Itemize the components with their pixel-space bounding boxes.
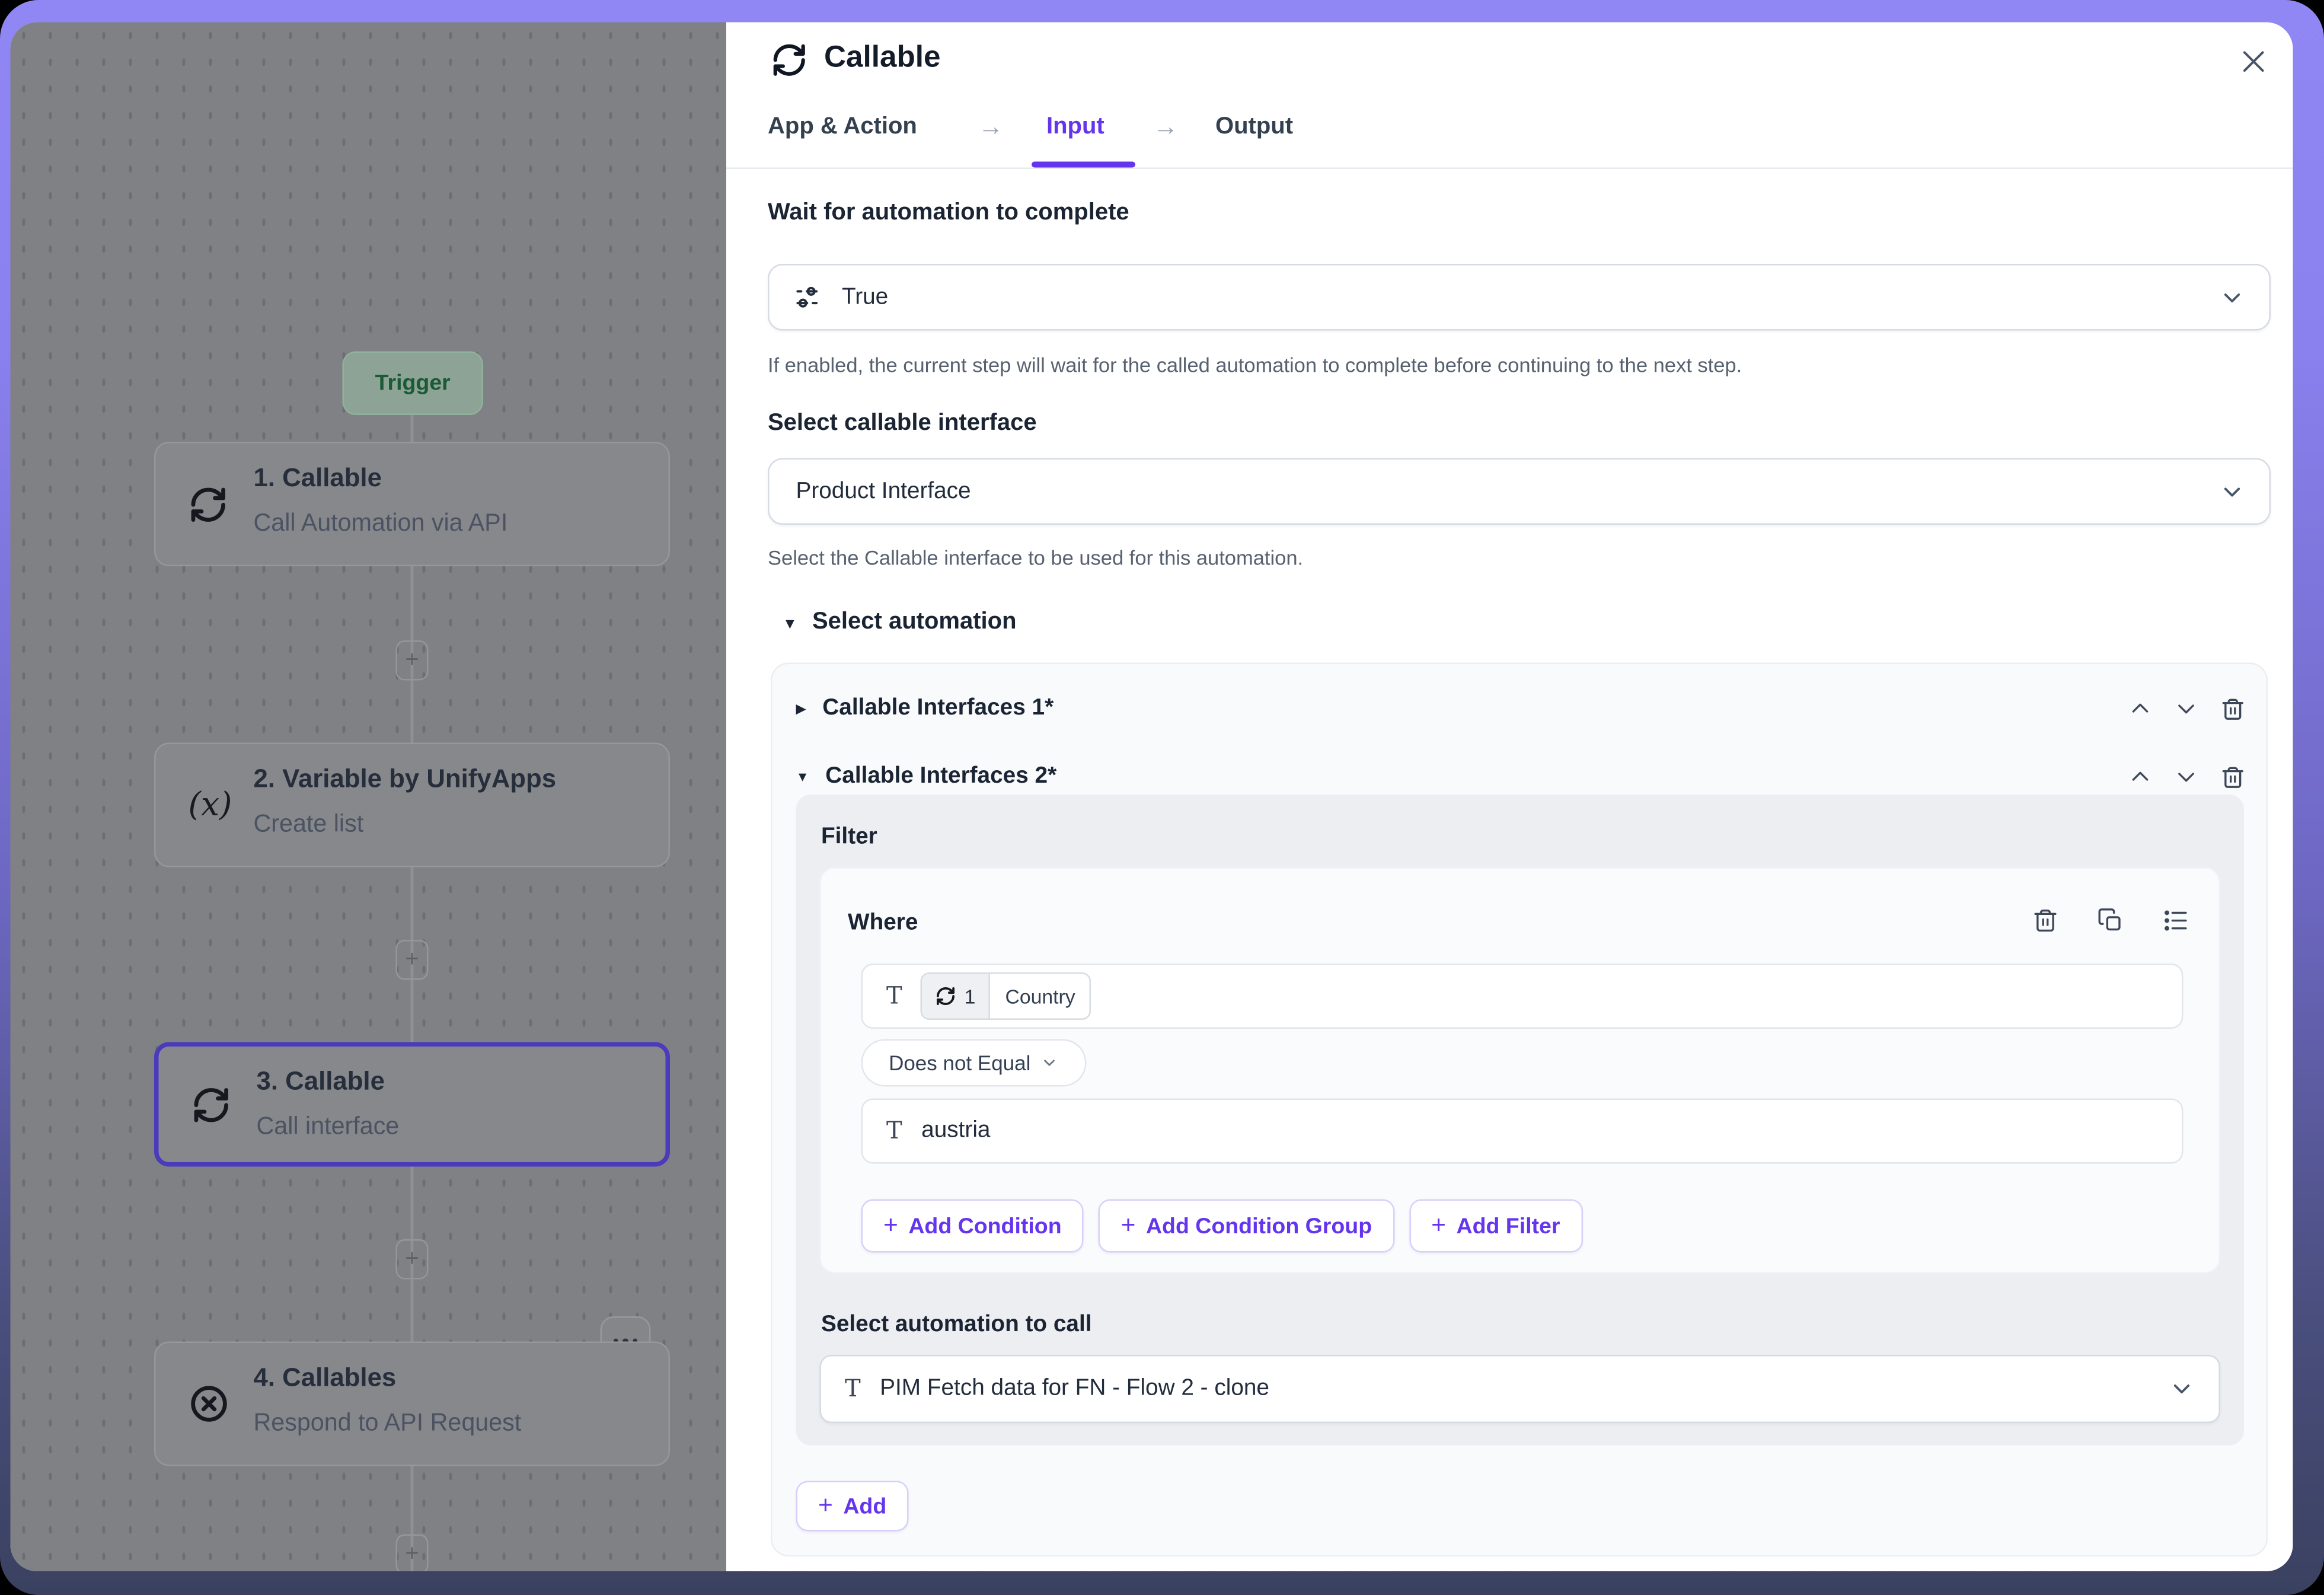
plus-icon: + <box>405 948 419 972</box>
node-subtitle: Create list <box>254 811 364 840</box>
text-type-icon: T <box>845 1377 861 1401</box>
interface-field-help: Select the Callable interface to be used… <box>768 547 1303 570</box>
interface-config-box: Filter Where T <box>796 795 2245 1446</box>
chip-field-name: Country <box>990 974 1090 1019</box>
add-condition-group-button[interactable]: +Add Condition Group <box>1099 1200 1394 1253</box>
node-callables-4[interactable]: 4. Callables Respond to API Request <box>154 1342 670 1466</box>
chevron-down-icon <box>1041 1054 1059 1072</box>
automation-to-call-select[interactable]: T PIM Fetch data for FN - Flow 2 - clone <box>820 1355 2221 1423</box>
plus-icon: + <box>1121 1211 1136 1241</box>
wait-select-value: True <box>842 284 888 311</box>
close-icon[interactable] <box>2238 46 2269 78</box>
node-title: 4. Callables <box>254 1363 397 1394</box>
node-title: 3. Callable <box>257 1066 385 1098</box>
node-title: 2. Variable by UnifyApps <box>254 764 557 795</box>
caret-down-icon[interactable]: ▼ <box>783 617 797 633</box>
node-subtitle: Call Automation via API <box>254 510 508 538</box>
operator-value: Does not Equal <box>889 1051 1030 1075</box>
add-condition-button[interactable]: +Add Condition <box>861 1200 1084 1253</box>
interface-select[interactable]: Product Interface <box>768 458 2271 525</box>
filter-label: Filter <box>821 824 877 851</box>
refresh-icon <box>189 444 229 565</box>
add-step-button[interactable]: + <box>396 940 429 980</box>
refresh-icon <box>771 42 808 79</box>
automation-section-label: Select automation <box>812 610 1017 636</box>
add-step-button[interactable]: + <box>396 640 429 681</box>
copy-icon[interactable] <box>2098 907 2124 934</box>
interface-row-1[interactable]: ▶ Callable Interfaces 1* <box>796 682 2246 735</box>
close-circle-icon <box>189 1343 230 1465</box>
interface-row-label: Callable Interfaces 1* <box>822 696 1054 722</box>
node-subtitle: Respond to API Request <box>254 1410 522 1438</box>
interface-row-label: Callable Interfaces 2* <box>825 764 1056 790</box>
panel-title: Callable <box>824 40 941 76</box>
node-title: 1. Callable <box>254 462 382 494</box>
move-up-icon[interactable] <box>2128 697 2152 720</box>
caret-down-icon[interactable]: ▼ <box>796 770 809 784</box>
condition-value-input[interactable]: T austria <box>861 1099 2183 1164</box>
interface-field-label: Select callable interface <box>768 411 1037 438</box>
trash-icon[interactable] <box>2220 696 2246 722</box>
trash-icon[interactable] <box>2032 907 2059 934</box>
node-subtitle: Call interface <box>257 1114 400 1142</box>
automation-to-call-value: PIM Fetch data for FN - Flow 2 - clone <box>880 1376 1269 1402</box>
add-filter-button[interactable]: +Add Filter <box>1409 1200 1582 1253</box>
variable-icon: (x) <box>189 744 232 866</box>
where-label: Where <box>848 910 918 937</box>
arrow-right-icon: → <box>978 113 1004 142</box>
wait-field-label: Wait for automation to complete <box>768 200 1129 227</box>
plus-icon: + <box>405 649 419 672</box>
step-config-panel: Callable App & Action → Input → Output W… <box>726 23 2293 1572</box>
tab-app-action[interactable]: App & Action <box>768 114 917 141</box>
text-type-icon: T <box>886 984 902 1008</box>
node-variable-2[interactable]: (x) 2. Variable by UnifyApps Create list <box>154 743 670 867</box>
window-content: Trigger 1. Callable Call Automation via … <box>11 23 2293 1572</box>
caret-right-icon[interactable]: ▶ <box>796 700 806 717</box>
wait-field-help: If enabled, the current step will wait f… <box>768 355 1742 377</box>
filter-where-group: Where T 1 <box>820 867 2221 1274</box>
automation-list-container: ▶ Callable Interfaces 1* ▼ Callable Inte… <box>771 663 2268 1557</box>
tabs-divider <box>726 168 2293 170</box>
move-down-icon[interactable] <box>2175 697 2198 720</box>
wait-select[interactable]: True <box>768 264 2271 331</box>
sliders-icon <box>793 283 822 312</box>
field-token-chip[interactable]: 1 Country <box>920 972 1091 1020</box>
interface-select-value: Product Interface <box>796 478 971 505</box>
add-step-button[interactable]: + <box>396 1239 429 1280</box>
trigger-node[interactable]: Trigger <box>343 352 484 416</box>
condition-value: austria <box>921 1118 990 1144</box>
call-field-label: Select automation to call <box>821 1312 1092 1339</box>
condition-field-input[interactable]: T 1 Country <box>861 964 2183 1029</box>
plus-icon: + <box>405 1542 419 1566</box>
app-window: Trigger 1. Callable Call Automation via … <box>0 0 2324 1595</box>
plus-icon: + <box>818 1491 833 1521</box>
active-tab-underline <box>1032 162 1135 168</box>
plus-icon: + <box>1431 1211 1446 1241</box>
list-icon[interactable] <box>2163 907 2189 934</box>
arrow-right-icon: → <box>1153 113 1179 142</box>
trash-icon[interactable] <box>2220 764 2246 790</box>
node-callable-3-selected[interactable]: 3. Callable Call interface <box>154 1042 670 1167</box>
move-down-icon[interactable] <box>2175 765 2198 789</box>
chip-step-index: 1 <box>965 985 976 1007</box>
add-interface-button[interactable]: +Add <box>796 1481 909 1532</box>
plus-icon: + <box>405 1248 419 1271</box>
chevron-down-icon <box>2169 1376 2195 1402</box>
workflow-canvas[interactable]: Trigger 1. Callable Call Automation via … <box>11 23 727 1572</box>
refresh-icon <box>191 1047 232 1162</box>
operator-select[interactable]: Does not Equal <box>861 1039 1087 1087</box>
add-step-button[interactable]: + <box>396 1535 429 1572</box>
tab-output[interactable]: Output <box>1215 114 1293 141</box>
node-callable-1[interactable]: 1. Callable Call Automation via API <box>154 442 670 566</box>
refresh-icon <box>935 986 956 1007</box>
chevron-down-icon <box>2219 478 2246 505</box>
text-type-icon: T <box>886 1119 902 1143</box>
tab-input[interactable]: Input <box>1046 114 1104 141</box>
move-up-icon[interactable] <box>2128 765 2152 789</box>
plus-icon: + <box>883 1211 898 1241</box>
chevron-down-icon <box>2219 284 2246 311</box>
